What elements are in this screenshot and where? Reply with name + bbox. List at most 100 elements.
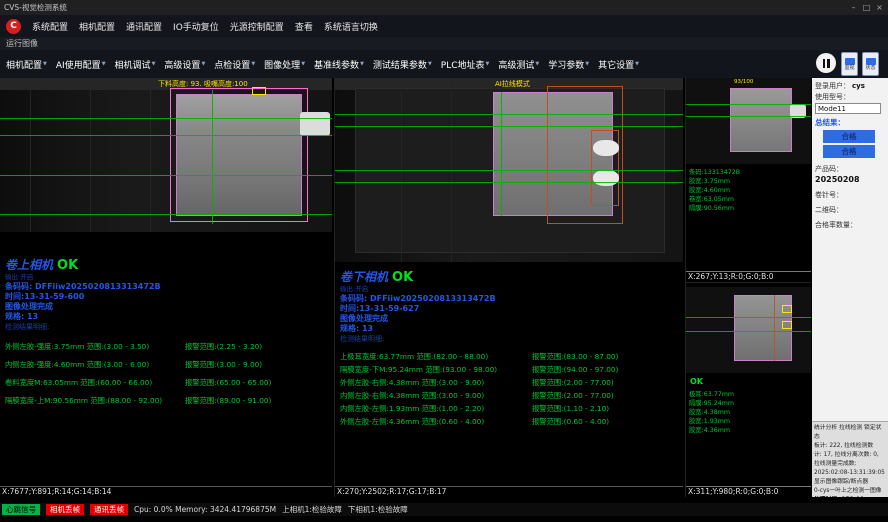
note-text: 检测结果明细: <box>5 322 332 332</box>
chevron-down-icon: ▼ <box>102 61 106 67</box>
tb-baseline-params[interactable]: 基准线参数▼ <box>314 58 364 71</box>
app-logo-icon: C <box>6 19 21 34</box>
process-status: 图像处理完成 <box>5 302 332 312</box>
upper-camera-image[interactable]: 下料高度: 93. 吸嘴高度:100 <box>0 78 332 232</box>
run-image-tab[interactable]: 运行图像 <box>0 37 888 50</box>
menu-comm-config[interactable]: 通讯配置 <box>126 20 162 33</box>
image-overlay-text: 下料高度: 93. 吸嘴高度:100 <box>158 79 248 89</box>
menu-bar: C 系统配置 相机配置 通讯配置 IO手动复位 光源控制配置 查看 系统语言切换 <box>0 15 888 37</box>
reference-line <box>686 104 811 105</box>
reference-line <box>0 118 332 119</box>
table-row: 卷料宽度M:63.05mm 范围:(60.00 - 66.00)报警范围:(65… <box>5 374 332 392</box>
statistics-panel: 统计分析 拉线检测 锁定状态 板计: 222, 拉线检测数 计: 17, 拉线分… <box>812 421 888 497</box>
pixel-coordinate-readout: X:311;Y:980;R:0;G:0;B:0 <box>686 486 811 497</box>
camera-icon <box>845 58 855 65</box>
machine-edge <box>30 78 31 232</box>
toolbar: 相机配置▼ AI使用配置▼ 相机调试▼ 高级设置▼ 点检设置▼ 图像处理▼ 基准… <box>0 50 812 78</box>
chevron-down-icon: ▼ <box>43 61 47 67</box>
title-bar: CVS-视觉检测系统 – □ × <box>0 0 888 15</box>
monitor-icon <box>866 58 876 65</box>
chevron-down-icon: ▼ <box>585 61 589 67</box>
reference-line <box>686 116 811 117</box>
table-row: 外侧左胶-右侧:4.38mm 范围:(3.00 - 9.00)报警范围:(2.0… <box>340 376 683 389</box>
pause-button[interactable] <box>816 53 836 73</box>
chevron-down-icon: ▼ <box>635 61 639 67</box>
tb-camera-debug[interactable]: 相机调试▼ <box>115 58 156 71</box>
minimize-icon[interactable]: – <box>847 0 860 15</box>
pixel-coordinate-readout: X:270;Y:2502;R:17;G:17;B:17 <box>335 486 683 497</box>
tb-test-result-params[interactable]: 测试结果参数▼ <box>373 58 432 71</box>
timestamp-text: 时间:13-31-59-600 <box>5 292 332 302</box>
model-select[interactable]: Mode11 <box>815 103 881 114</box>
preview-image[interactable]: 93/100 <box>686 78 811 164</box>
reference-line <box>501 92 502 216</box>
result-status: OK <box>686 377 811 386</box>
table-row: 上极耳宽度:63.77mm 范围:(82.00 - 88.00)报警范围:(83… <box>340 350 683 363</box>
tb-advanced-settings[interactable]: 高级设置▼ <box>164 58 205 71</box>
table-row: 隔膜宽度-上M:90.56mm 范围:(88.00 - 92.00)报警范围:(… <box>5 392 332 410</box>
upper-camera-view: 下料高度: 93. 吸嘴高度:100 卷上相机 OK 输出:开启 条码码: DF… <box>0 78 332 497</box>
note-text: 检测结果明细: <box>340 334 683 344</box>
chevron-down-icon: ▼ <box>360 61 364 67</box>
reference-line <box>0 214 332 215</box>
chevron-down-icon: ▼ <box>152 61 156 67</box>
preview-panel-2[interactable]: OK 极耳:63.77mm 隔膜:95.24mm 胶宽:4.38mm 胶宽:1.… <box>686 282 811 497</box>
preview-measurements: 条码:13313472B 胶宽:3.75mm 胶宽:4.60mm 卷宽:63.0… <box>686 164 811 213</box>
tb-ai-config[interactable]: AI使用配置▼ <box>56 58 106 71</box>
tb-spot-check[interactable]: 点检设置▼ <box>214 58 255 71</box>
machine-edge <box>90 78 91 232</box>
user-value: cys <box>852 81 865 92</box>
heartbeat-badge: 心跳信号 <box>2 504 40 515</box>
tb-plc-address-table[interactable]: PLC地址表▼ <box>441 58 490 71</box>
chevron-down-icon: ▼ <box>201 61 205 67</box>
menu-light-control[interactable]: 光源控制配置 <box>230 20 284 33</box>
menu-camera-config[interactable]: 相机配置 <box>79 20 115 33</box>
result-status: OK <box>392 270 413 285</box>
reference-line <box>212 90 213 224</box>
spec-text: 规格: 13 <box>340 324 683 334</box>
menu-language-switch[interactable]: 系统语言切换 <box>324 20 378 33</box>
preview-measurements: 极耳:63.77mm 隔膜:95.24mm 胶宽:4.38mm 胶宽:1.93m… <box>686 386 811 435</box>
chevron-down-icon: ▼ <box>251 61 255 67</box>
close-icon[interactable]: × <box>873 0 886 15</box>
chevron-down-icon: ▼ <box>535 61 539 67</box>
reference-line <box>686 317 811 318</box>
window-controls: – □ × <box>847 0 886 15</box>
pixel-coordinate-readout: X:267;Y:13;R:0;G:0;B:0 <box>686 271 811 282</box>
model-label: 使用型号： <box>815 92 885 102</box>
camera-name: 卷下相机 <box>340 268 388 285</box>
lower-camera-view: AI拉线模式 卷下相机 OK 输出:开启 条码码: DFFiiw20250208… <box>334 78 683 497</box>
comm-frame-drop-badge: 通讯丢帧 <box>90 504 128 515</box>
menu-view[interactable]: 查看 <box>295 20 313 33</box>
tb-other-settings[interactable]: 其它设置▼ <box>598 58 639 71</box>
run-image-label: 运行图像 <box>6 39 38 48</box>
menu-system-config[interactable]: 系统配置 <box>32 20 68 33</box>
camera-frame-drop-badge: 相机丢帧 <box>46 504 84 515</box>
chevron-down-icon: ▼ <box>301 61 305 67</box>
tb-advanced-test[interactable]: 高级测试▼ <box>498 58 539 71</box>
preview-panel-1[interactable]: 93/100 条码:13313472B 胶宽:3.75mm 胶宽:4.60mm … <box>686 78 811 282</box>
timestamp-text: 时间:13-31-59-627 <box>340 304 683 314</box>
info-sidebar: 登录用户： cys 使用型号： Mode11 总结果： 合格 合格 产品码： 2… <box>812 78 888 497</box>
image-monitor-button[interactable]: 监视 <box>841 52 858 76</box>
table-row: 隔膜宽度-下M:95.24mm 范围:(93.00 - 98.00)报警范围:(… <box>340 363 683 376</box>
chevron-down-icon: ▼ <box>486 61 490 67</box>
measurement-list: 上极耳宽度:63.77mm 范围:(82.00 - 88.00)报警范围:(83… <box>340 350 683 428</box>
tb-learning-params[interactable]: 学习参数▼ <box>548 58 589 71</box>
detect-status-button[interactable]: 状态 <box>862 52 879 76</box>
gripper-part <box>300 112 330 136</box>
tb-image-processing[interactable]: 图像处理▼ <box>264 58 305 71</box>
table-row: 内侧左胶-右侧:4.38mm 范围:(3.00 - 9.00)报警范围:(2.0… <box>340 389 683 402</box>
pause-icon <box>823 59 826 68</box>
menu-io-manual-reset[interactable]: IO手动复位 <box>173 20 219 33</box>
preview-column: 93/100 条码:13313472B 胶宽:3.75mm 胶宽:4.60mm … <box>685 78 810 497</box>
app-window: CVS-视觉检测系统 – □ × C 系统配置 相机配置 通讯配置 IO手动复位… <box>0 0 888 522</box>
tb-camera-config[interactable]: 相机配置▼ <box>6 58 47 71</box>
reflection-highlight <box>593 140 619 156</box>
pass-rate-label: 合格率数量： <box>815 220 885 230</box>
reference-line <box>335 126 683 127</box>
lower-camera-image[interactable]: AI拉线模式 <box>335 78 683 262</box>
maximize-icon[interactable]: □ <box>860 0 873 15</box>
preview-image[interactable] <box>686 287 811 373</box>
toolbar-right-cluster: 监视 状态 <box>812 50 888 78</box>
